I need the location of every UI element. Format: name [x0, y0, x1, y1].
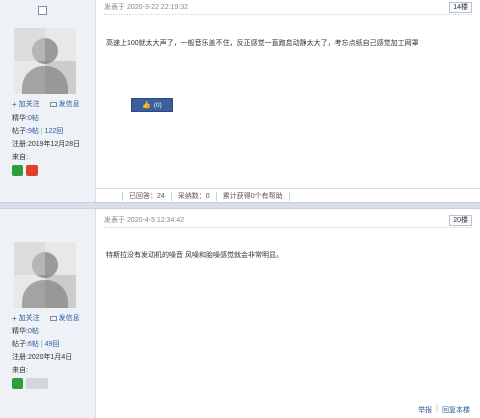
message-link[interactable]: 发信息 — [49, 99, 80, 109]
medal-icon[interactable] — [12, 378, 23, 389]
helpful-stat: 累计获得0个有帮助 — [222, 193, 283, 200]
message-icon — [49, 101, 57, 107]
follow-link[interactable]: + 加关注 — [12, 99, 40, 109]
user-sidebar: + 加关注 发信息 精华:0帖 帖子:6帖 | 49回 注册:2020年1月4日… — [0, 209, 96, 418]
adopted-stat: 采纳数：0 — [177, 193, 210, 200]
post-14: + 加关注 发信息 精华:0帖 帖子:9帖 | 122回 注册:2019年12月… — [0, 0, 480, 203]
replies-stat: 已回答：24 — [129, 193, 165, 200]
post-count[interactable]: 9帖 — [28, 128, 39, 135]
post-time: 发表于 2020-3-22 22:19:32 — [104, 4, 189, 11]
stat-register: 注册:2020年1月4日 — [12, 354, 73, 361]
jinghua-count[interactable]: 0帖 — [28, 115, 39, 122]
reply-count[interactable]: 49回 — [45, 341, 60, 348]
answer-stats: 已回答：24 采纳数：0 累计获得0个有帮助 — [96, 188, 480, 203]
message-link[interactable]: 发信息 — [49, 313, 80, 323]
post-header: 发表于 2020-3-22 22:19:32 14楼 — [104, 0, 472, 15]
checkbox-icon[interactable] — [38, 6, 47, 15]
stat-jinghua: 精华:0帖 — [12, 115, 39, 122]
plus-icon: + — [12, 313, 17, 323]
post-count[interactable]: 6帖 — [28, 341, 39, 348]
post-divider — [0, 202, 480, 209]
reply-count[interactable]: 122回 — [45, 128, 64, 135]
plus-icon: + — [12, 99, 17, 109]
post-footer-links: 举报 | 回复本楼 — [418, 405, 470, 415]
medal-icon[interactable] — [12, 165, 23, 176]
avatar[interactable] — [14, 28, 76, 94]
stat-tiezi: 帖子:6帖 | 49回 — [12, 341, 60, 348]
post-body: 发表于 2020-4-5 12:34:42 20楼 特斯拉没有发动机的噪音 风噪… — [96, 209, 480, 418]
user-sidebar: + 加关注 发信息 精华:0帖 帖子:9帖 | 122回 注册:2019年12月… — [0, 0, 96, 202]
message-icon — [49, 315, 57, 321]
medal-icon[interactable] — [26, 165, 38, 176]
stat-tiezi: 帖子:9帖 | 122回 — [12, 128, 64, 135]
avatar[interactable] — [14, 242, 76, 308]
post-body: 发表于 2020-3-22 22:19:32 14楼 高速上100就太大声了，一… — [96, 0, 480, 203]
post-content: 高速上100就太大声了，一般音乐盖不住，反正感觉一直跑怠动静太大了，考忘点纸自己… — [106, 40, 419, 47]
reply-link[interactable]: 回复本楼 — [442, 405, 470, 415]
floor-badge[interactable]: 20楼 — [449, 214, 472, 226]
medal-icon[interactable] — [26, 378, 48, 389]
badges — [12, 165, 38, 176]
report-link[interactable]: 举报 — [418, 405, 432, 415]
follow-link[interactable]: + 加关注 — [12, 313, 40, 323]
stat-register: 注册:2019年12月28日 — [12, 141, 81, 148]
post-content: 特斯拉没有发动机的噪音 风噪和胎噪感觉就会非常明显。 — [106, 252, 283, 259]
stat-from: 来自: — [12, 367, 28, 374]
jinghua-count[interactable]: 0帖 — [28, 328, 39, 335]
post-20: + 加关注 发信息 精华:0帖 帖子:6帖 | 49回 注册:2020年1月4日… — [0, 209, 480, 418]
user-actions: + 加关注 发信息 — [12, 313, 80, 323]
user-actions: + 加关注 发信息 — [12, 99, 80, 109]
stat-from: 来自: — [12, 154, 28, 161]
post-time: 发表于 2020-4-5 12:34:42 — [104, 217, 185, 224]
floor-badge[interactable]: 14楼 — [449, 1, 472, 13]
badges — [12, 378, 48, 389]
stat-jinghua: 精华:0帖 — [12, 328, 39, 335]
like-button[interactable]: 👍 (0) — [131, 98, 173, 112]
thumbs-up-icon: 👍 — [142, 102, 151, 109]
post-header: 发表于 2020-4-5 12:34:42 20楼 — [104, 213, 472, 228]
